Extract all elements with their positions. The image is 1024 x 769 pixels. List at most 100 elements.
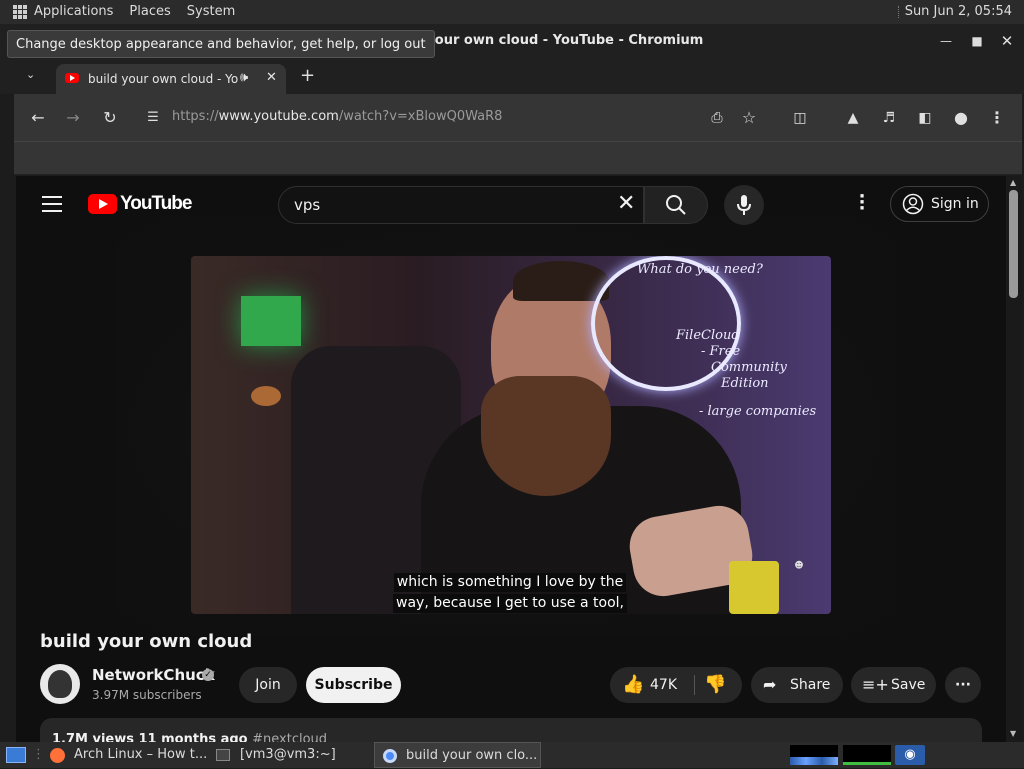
settings-kebab-icon[interactable]: · · · [854, 188, 870, 218]
account-icon [902, 193, 924, 215]
caption-line-2: way, because I get to use a tool, [393, 594, 627, 613]
side-panel-icon[interactable]: ◧ [914, 107, 936, 129]
taskbar-item-firefox[interactable]: Arch Linux – How t... [48, 742, 208, 768]
profile-icon[interactable]: ● [950, 107, 972, 129]
chrome-menu-icon[interactable]: ⋮ [986, 107, 1008, 129]
memory-monitor-graph[interactable] [843, 745, 891, 765]
hamburger-menu-icon[interactable] [42, 196, 62, 212]
cpu-monitor-graph[interactable] [790, 745, 838, 765]
youtube-play-icon [88, 194, 117, 214]
save-button[interactable]: ≡+ Save [851, 667, 936, 703]
youtube-logo[interactable]: YouTube [88, 193, 192, 215]
tab-search-chevron-icon[interactable]: ⌄ [26, 68, 35, 81]
description-meta: 1.7M views 11 months ago #nextcloud [52, 732, 327, 742]
reload-icon[interactable]: ↻ [99, 107, 121, 129]
video-captions: which is something I love by the way, be… [393, 571, 627, 613]
hashtag-link[interactable]: #nextcloud [252, 732, 327, 742]
tab-strip: ⌄ build your own cloud - You 🕪 ✕ + [0, 60, 1024, 94]
subscribe-button[interactable]: Subscribe [306, 667, 401, 703]
sign-in-label: Sign in [931, 196, 979, 212]
page-scrollbar[interactable]: ▲ ▼ [1006, 176, 1022, 742]
verified-check-icon: ✓ [202, 669, 214, 681]
install-app-icon[interactable]: ⎙ [706, 107, 728, 129]
share-arrow-icon: ➦ [763, 675, 777, 694]
chromium-icon [383, 749, 397, 763]
yellow-mug [729, 561, 779, 614]
extensions-icon[interactable]: ◫ [789, 107, 811, 129]
video-player[interactable]: ☻ What do you need? FileCloud - Free Com… [191, 256, 831, 614]
maximize-icon[interactable]: ■ [968, 32, 986, 50]
close-window-icon[interactable]: ✕ [998, 32, 1016, 50]
terminal-icon [216, 749, 230, 761]
search-input[interactable]: vps ✕ [278, 186, 644, 224]
scroll-down-icon[interactable]: ▼ [1010, 729, 1016, 738]
scroll-thumb[interactable] [1009, 190, 1018, 298]
apps-grid-icon[interactable] [13, 5, 27, 19]
search-button[interactable] [644, 186, 708, 224]
panel-separator [898, 6, 900, 18]
share-button[interactable]: ➦ Share [751, 667, 843, 703]
youtube-wordmark: YouTube [120, 193, 192, 214]
more-actions-icon[interactable]: ··· [945, 667, 981, 703]
description-box[interactable]: 1.7M views 11 months ago #nextcloud [40, 718, 982, 742]
channel-watermark-icon: ☻ [794, 561, 804, 571]
taskbar-label-firefox: Arch Linux – How t... [74, 747, 208, 762]
voice-search-button[interactable] [724, 185, 764, 225]
like-divider [694, 675, 695, 695]
whiteboard-text: What do you need? FileCloud - Free Commu… [637, 262, 817, 419]
bookmarks-bar [14, 142, 1022, 175]
microphone-icon [737, 195, 751, 215]
forward-icon[interactable]: → [62, 107, 84, 129]
close-tab-icon[interactable]: ✕ [266, 70, 277, 85]
minimize-icon[interactable]: — [937, 32, 955, 50]
youtube-favicon-icon [65, 73, 79, 83]
search-query: vps [294, 196, 321, 214]
taskbar-label-chromium: build your own clo... [406, 748, 538, 763]
beard [481, 376, 611, 496]
thumbs-down-icon[interactable]: 👎 [704, 667, 726, 703]
video-title: build your own cloud [40, 631, 253, 652]
new-tab-button[interactable]: + [300, 65, 315, 86]
system-tooltip: Change desktop appearance and behavior, … [7, 30, 435, 58]
taskbar-label-terminal: [vm3@vm3:~] [240, 747, 336, 762]
like-count[interactable]: 47K [650, 667, 677, 703]
scroll-up-icon[interactable]: ▲ [1010, 178, 1016, 187]
firefox-icon [50, 748, 65, 763]
address-bar[interactable]: https://www.youtube.com/watch?v=xBlowQ0W… [172, 109, 502, 124]
back-icon[interactable]: ← [27, 107, 49, 129]
url-scheme: https:// [172, 109, 219, 124]
tab-title: build your own cloud - You [88, 72, 238, 86]
clear-search-icon[interactable]: ✕ [617, 191, 635, 216]
labs-flask-icon[interactable]: ▲ [842, 107, 864, 129]
thumbs-up-icon[interactable]: 👍 [622, 667, 644, 703]
site-settings-icon[interactable]: ☰ [142, 107, 164, 129]
views-and-date: 1.7M views 11 months ago [52, 732, 248, 742]
bottom-taskbar: ⋮ Arch Linux – How t... [vm3@vm3:~] buil… [0, 742, 1024, 768]
share-label: Share [790, 677, 831, 693]
top-panel: Applications Places System Sun Jun 2, 05… [0, 0, 1024, 24]
speaker-icon[interactable]: 🕪 [240, 70, 248, 85]
url-path: /watch?v=xBlowQ0WaR8 [338, 109, 503, 124]
save-label: Save [891, 677, 926, 693]
channel-avatar[interactable] [40, 664, 80, 704]
subscriber-count: 3.97M subscribers [92, 688, 202, 702]
channel-name[interactable]: NetworkChuck [92, 666, 215, 684]
search-icon [666, 195, 686, 215]
playlist-add-icon: ≡+ [862, 675, 889, 694]
tab-youtube[interactable]: build your own cloud - You 🕪 ✕ [56, 64, 286, 94]
join-button[interactable]: Join [239, 667, 297, 703]
media-controls-icon[interactable]: ♬ [878, 107, 900, 129]
system-menu[interactable]: System [179, 0, 243, 24]
bookmark-star-icon[interactable]: ☆ [738, 107, 760, 129]
url-host: www.youtube.com [218, 109, 339, 124]
sign-in-button[interactable]: Sign in [890, 186, 989, 222]
green-monitor [241, 296, 301, 346]
like-dislike-group: 👍 47K 👎 [610, 667, 742, 703]
show-desktop-icon[interactable] [6, 747, 26, 763]
places-menu[interactable]: Places [121, 0, 178, 24]
taskbar-item-terminal[interactable]: [vm3@vm3:~] [214, 742, 364, 768]
taskbar-item-chromium[interactable]: build your own clo... [374, 742, 541, 768]
applications-menu[interactable]: Applications [34, 0, 121, 24]
clock[interactable]: Sun Jun 2, 05:54 [905, 0, 1012, 24]
chromium-tray-icon[interactable]: ◉ [895, 745, 925, 765]
